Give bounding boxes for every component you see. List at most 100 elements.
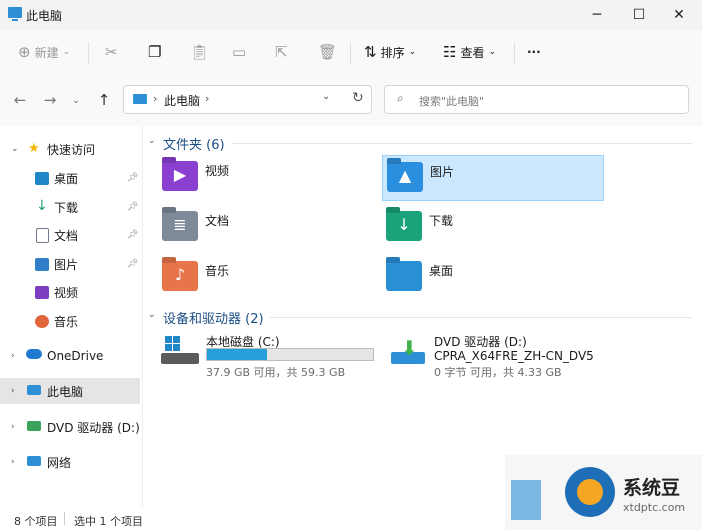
pin-icon[interactable]: 📌︎ [127,259,138,269]
sidebar-item-downloads[interactable]: ↓ 下载 📌︎ [0,194,140,220]
new-label: 新建 [34,45,59,60]
view-button[interactable]: ☷ 查看 ⌄ [443,30,496,74]
arrow-right-icon: → [43,91,57,109]
collapse-group-icon[interactable]: ⌄ [148,136,156,146]
sort-label: 排序 [380,45,405,60]
forward-button[interactable]: → [38,88,62,112]
folder-tile-videos[interactable]: ▶ 视频 [158,155,380,201]
delete-button[interactable]: 🗑︎ [318,30,337,74]
pin-icon[interactable]: 📌︎ [127,230,138,240]
chevron-right-icon: › [11,422,15,432]
minimize-button[interactable]: ─ [574,0,620,30]
arrow-left-icon: ← [13,91,27,109]
group-title-folders[interactable]: 文件夹 (6) [163,134,225,153]
more-options-button[interactable]: ··· [527,30,541,74]
copy-button[interactable]: ❐ [148,30,161,74]
sidebar-item-label: 快速访问 [47,142,96,157]
sidebar-item-network[interactable]: › 网络 [0,449,140,475]
navigation-pane: ⌄ ★ 快速访问 桌面 📌︎ ↓ 下载 📌︎ 文档 📌︎ 图片 📌︎ 视频 音乐… [0,126,143,508]
sidebar-item-label: DVD 驱动器 (D:) CF [47,420,140,435]
new-button[interactable]: ⊕ 新建 ⌄ [18,30,70,74]
sidebar-item-pictures[interactable]: 图片 📌︎ [0,251,140,277]
desktop-folder-icon [35,171,49,185]
watermark-url: xtdptc.com [623,501,686,514]
sidebar-item-dvd-drive[interactable]: › DVD 驱动器 (D:) CF [0,414,140,440]
up-button[interactable]: ↑ [92,88,116,112]
sidebar-item-label: 图片 [54,257,79,272]
pin-icon[interactable]: 📌︎ [127,173,138,183]
folder-label: 桌面 [429,264,454,278]
paste-button[interactable]: 📋︎ [190,30,209,74]
chevron-down-icon: ⌄ [11,144,19,154]
chevron-down-icon: ⌄ [71,94,81,106]
downloads-folder-icon: ↓ [386,211,422,241]
breadcrumb-this-pc[interactable]: 此电脑 [164,92,200,109]
dvd-drive-icon: ⬇ [391,336,427,366]
desktop-folder-icon [386,261,422,291]
folder-tile-desktop[interactable]: 桌面 [382,255,604,301]
collapse-group-icon[interactable]: ⌄ [148,310,156,320]
watermark: 系统豆 xtdptc.com [505,455,702,530]
this-pc-icon [27,385,41,395]
video-folder-icon: ▶ [162,161,198,191]
folder-label: 图片 [430,165,455,179]
sidebar-item-documents[interactable]: 文档 📌︎ [0,222,140,248]
copy-icon: ❐ [148,43,162,61]
chevron-right-icon: › [11,457,15,467]
sidebar-item-music[interactable]: 音乐 [0,308,140,334]
drive-name: DVD 驱动器 (D:) [434,335,527,349]
cut-button[interactable]: ✂ [105,30,118,74]
picture-icon [35,257,49,271]
arrow-up-icon: ↑ [97,91,111,109]
sidebar-item-label: 桌面 [54,171,79,186]
chevron-down-icon: ⌄ [408,47,417,57]
group-divider [232,143,692,144]
rename-button[interactable]: ▭ [232,30,246,74]
breadcrumb-separator-icon: › [153,92,158,105]
sidebar-item-this-pc[interactable]: › 此电脑 [0,378,140,404]
video-icon [35,285,49,299]
hard-drive-icon [161,334,199,368]
more-icon: ··· [527,45,541,59]
sidebar-item-onedrive[interactable]: › OneDrive [0,343,140,369]
drive-space: 0 字节 可用，共 4.33 GB [434,366,562,379]
folder-tile-music[interactable]: ♪ 音乐 [158,255,380,301]
recent-locations-button[interactable]: ⌄ [64,88,88,112]
refresh-icon[interactable]: ↻ [352,90,364,106]
navigation-row: ← → ⌄ ↑ › 此电脑 › ⌄ ↻ ⌕ 搜索"此电脑" [0,74,702,126]
dvd-drive-icon [27,421,41,431]
share-icon: ⇱ [275,43,288,61]
address-bar[interactable]: › 此电脑 › ⌄ ↻ [123,85,372,114]
address-dropdown-icon[interactable]: ⌄ [322,91,330,102]
this-pc-icon [133,94,147,104]
sidebar-item-quick-access[interactable]: ⌄ ★ 快速访问 [0,136,140,162]
breadcrumb-separator-icon: › [205,92,210,105]
watermark-brand: 系统豆 [623,477,681,499]
chevron-down-icon: ⌄ [488,47,497,57]
search-box[interactable]: ⌕ 搜索"此电脑" [384,85,689,114]
clipboard-icon: 📋︎ [190,43,210,61]
sidebar-item-label: 此电脑 [47,384,84,399]
group-title-devices[interactable]: 设备和驱动器 (2) [163,308,264,327]
folder-tile-pictures[interactable]: ▲ 图片 [382,155,604,201]
sort-button[interactable]: ⇅ 排序 ⌄ [364,30,416,74]
sidebar-item-label: 网络 [47,455,72,470]
folder-tile-documents[interactable]: ≣ 文档 [158,205,380,251]
folder-tile-downloads[interactable]: ↓ 下载 [382,205,604,251]
window-title: 此电脑 [26,9,63,23]
music-icon [35,314,49,328]
drive-tile-dvd[interactable]: ⬇ DVD 驱动器 (D:) CPRA_X64FRE_ZH-CN_DV5 0 字… [388,328,648,380]
back-button[interactable]: ← [8,88,32,112]
share-button[interactable]: ⇱ [275,30,288,74]
drive-volume-label: CPRA_X64FRE_ZH-CN_DV5 [434,349,594,363]
close-button[interactable]: ✕ [656,0,702,30]
sidebar-item-desktop[interactable]: 桌面 📌︎ [0,165,140,191]
folder-label: 下载 [429,214,454,228]
sidebar-item-label: 下载 [54,200,79,215]
folder-label: 音乐 [205,264,230,278]
plus-icon: ⊕ [18,43,31,61]
sidebar-item-videos[interactable]: 视频 [0,279,140,305]
pin-icon[interactable]: 📌︎ [127,202,138,212]
title-bar: 此电脑 ─ ☐ ✕ [0,0,702,30]
download-arrow-icon: ↓ [36,198,48,214]
